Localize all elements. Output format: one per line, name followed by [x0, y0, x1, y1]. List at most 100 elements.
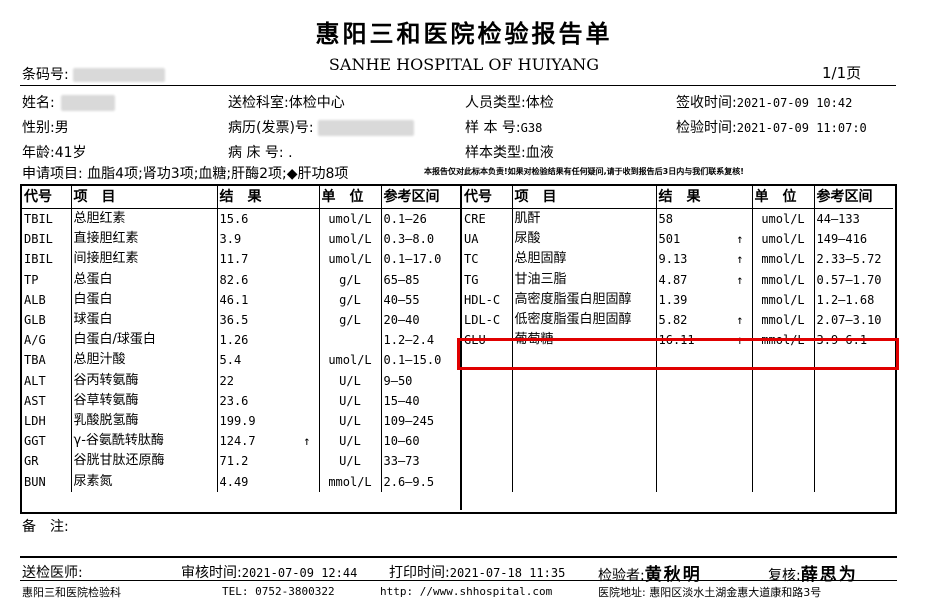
- test-name-cell: γ-谷氨酰转肽酶: [70, 431, 217, 452]
- unit-cell: umol/L: [318, 249, 381, 270]
- dept-field: 送检科室:体检中心: [228, 92, 345, 112]
- test-name-text: 高密度脂蛋白胆固醇: [514, 291, 632, 307]
- unit-cell: [751, 410, 814, 432]
- test-name-text: 尿酸: [514, 231, 541, 247]
- unit-cell: umol/L: [318, 208, 381, 230]
- test-code-text: ALB: [24, 292, 46, 307]
- unit-text: mmol/L: [761, 252, 805, 267]
- review-time-label: 审核时间:: [181, 565, 242, 581]
- reference-range-text: 15—40: [383, 393, 420, 408]
- result-cell: 5.82 ↑: [655, 309, 752, 331]
- table-row: TC 总胆固醇 9.13 ↑ mmol/L 2.33—5.72: [462, 249, 893, 270]
- barcode-row: 条码号:: [22, 64, 166, 84]
- result-cell: 1.26: [216, 330, 319, 351]
- test-name-cell: 谷草转氨酶: [70, 390, 217, 411]
- test-name-cell: 总胆固醇: [511, 249, 656, 270]
- result-text: 3.9: [219, 232, 242, 247]
- result-cell: [655, 471, 752, 492]
- result-text: 22: [219, 373, 234, 388]
- reference-range-text: 0.1—17.0: [383, 252, 442, 267]
- col-item-header: 项 目: [511, 186, 656, 209]
- unit-cell: mmol/L: [751, 269, 814, 290]
- reference-range-cell: 0.57—1.70: [813, 269, 893, 290]
- unit-cell: mmol/L: [318, 471, 381, 492]
- result-cell: 4.49: [216, 471, 319, 492]
- reference-range-text: 0.57—1.70: [816, 272, 882, 287]
- result-text: 46.1: [219, 292, 249, 307]
- test-name-cell: 谷胱甘肽还原酶: [70, 451, 217, 472]
- unit-cell: mmol/L: [751, 289, 814, 310]
- unit-text: umol/L: [328, 232, 372, 247]
- barcode-label: 条码号:: [22, 67, 69, 83]
- results-table-left: 代号 项 目 结 果 单 位 参考区间 TBIL 总胆红素 15.6 umol/L 0.…: [22, 186, 460, 492]
- report-notice: 本报告仅对此标本负责!如果对检验结果有任何疑问,请于收到报告后3日内与我们联系复…: [424, 167, 744, 176]
- table-row: UA 尿酸 501 ↑ umol/L 149—416: [462, 229, 893, 250]
- reference-range-cell: [813, 390, 893, 411]
- test-code-text: GR: [24, 454, 39, 469]
- test-name-cell: 尿酸: [511, 229, 656, 250]
- col-result-header: 结 果: [655, 186, 752, 209]
- sex-label: 性别:: [22, 120, 55, 136]
- table-row: ALB 白蛋白 46.1 g/L 40—55: [22, 289, 460, 310]
- unit-text: mmol/L: [761, 313, 805, 328]
- result-cell: [655, 390, 752, 411]
- test-code-cell: A/G: [22, 330, 71, 350]
- reference-range-cell: 0.1—15.0: [380, 350, 460, 371]
- table-row: CRE 肌酐 58 umol/L 44—133: [462, 208, 893, 230]
- test-code-cell: [462, 391, 512, 411]
- reference-range-text: 40—55: [383, 292, 420, 307]
- unit-cell: [751, 390, 814, 411]
- reference-range-text: 2.07—3.10: [816, 313, 882, 328]
- result-text: 5.82: [658, 313, 688, 328]
- test-name-cell: [511, 370, 656, 391]
- name-label: 姓名:: [22, 95, 55, 111]
- test-code-cell: ALB: [22, 290, 71, 310]
- test-name-cell: [511, 451, 656, 472]
- table-row: AST 谷草转氨酶 23.6 U/L 15—40: [22, 390, 460, 411]
- result-cell: 11.7: [216, 249, 319, 270]
- table-row: HDL-C 高密度脂蛋白胆固醇 1.39 mmol/L 1.2—1.68: [462, 289, 893, 310]
- test-code-cell: TG: [462, 270, 512, 290]
- test-name-cell: 总胆汁酸: [70, 350, 217, 371]
- test-code-cell: TC: [462, 249, 512, 269]
- test-code-text: GLB: [24, 313, 46, 328]
- col-unit-header: 单 位: [318, 186, 381, 209]
- test-name-text: 尿素氮: [73, 473, 113, 489]
- sample-type-field: 样本类型:血液: [465, 142, 554, 162]
- rechecker-signature: 薛思为: [800, 565, 858, 585]
- result-text: 23.6: [219, 393, 249, 408]
- test-code-cell: IBIL: [22, 249, 71, 269]
- age-label: 年龄:: [22, 145, 55, 161]
- table-row: TG 甘油三脂 4.87 ↑ mmol/L 0.57—1.70: [462, 269, 893, 290]
- person-type-field: 人员类型:体检: [465, 92, 554, 112]
- table-row: TBA 总胆汁酸 5.4 umol/L 0.1—15.0: [22, 350, 460, 371]
- unit-cell: [751, 370, 814, 391]
- reference-range-text: 10—60: [383, 434, 420, 449]
- reference-range-cell: 33—73: [380, 451, 460, 472]
- result-cell: 23.6: [216, 390, 319, 411]
- table-row: [462, 451, 893, 472]
- test-code-cell: [462, 371, 512, 391]
- reference-range-cell: [813, 370, 893, 391]
- test-code-text: IBIL: [24, 252, 53, 267]
- test-code-text: CRE: [464, 212, 486, 227]
- name-field: 姓名:: [22, 92, 116, 112]
- receive-time-label: 签收时间:: [676, 95, 737, 111]
- result-text: 124.7: [219, 434, 256, 449]
- reference-range-text: 1.2—2.4: [383, 333, 435, 348]
- sample-no-label: 样 本 号:: [465, 120, 521, 136]
- unit-cell: umol/L: [318, 229, 381, 250]
- unit-text: U/L: [339, 413, 361, 428]
- record-redacted: [318, 120, 415, 136]
- reference-range-text: 0.1—26: [383, 212, 427, 227]
- result-cell: 501 ↑: [655, 229, 752, 250]
- print-time: 打印时间:2021-07-18 11:35: [389, 562, 565, 582]
- test-name-cell: 低密度脂蛋白胆固醇: [511, 309, 656, 331]
- bed-value: .: [288, 145, 293, 161]
- result-cell: 3.9: [216, 229, 319, 250]
- reference-range-text: 65—85: [383, 272, 420, 287]
- reference-range-cell: 10—60: [380, 431, 460, 452]
- test-code-text: BUN: [24, 474, 46, 489]
- unit-cell: [751, 471, 814, 492]
- test-name-text: 总胆汁酸: [73, 352, 126, 368]
